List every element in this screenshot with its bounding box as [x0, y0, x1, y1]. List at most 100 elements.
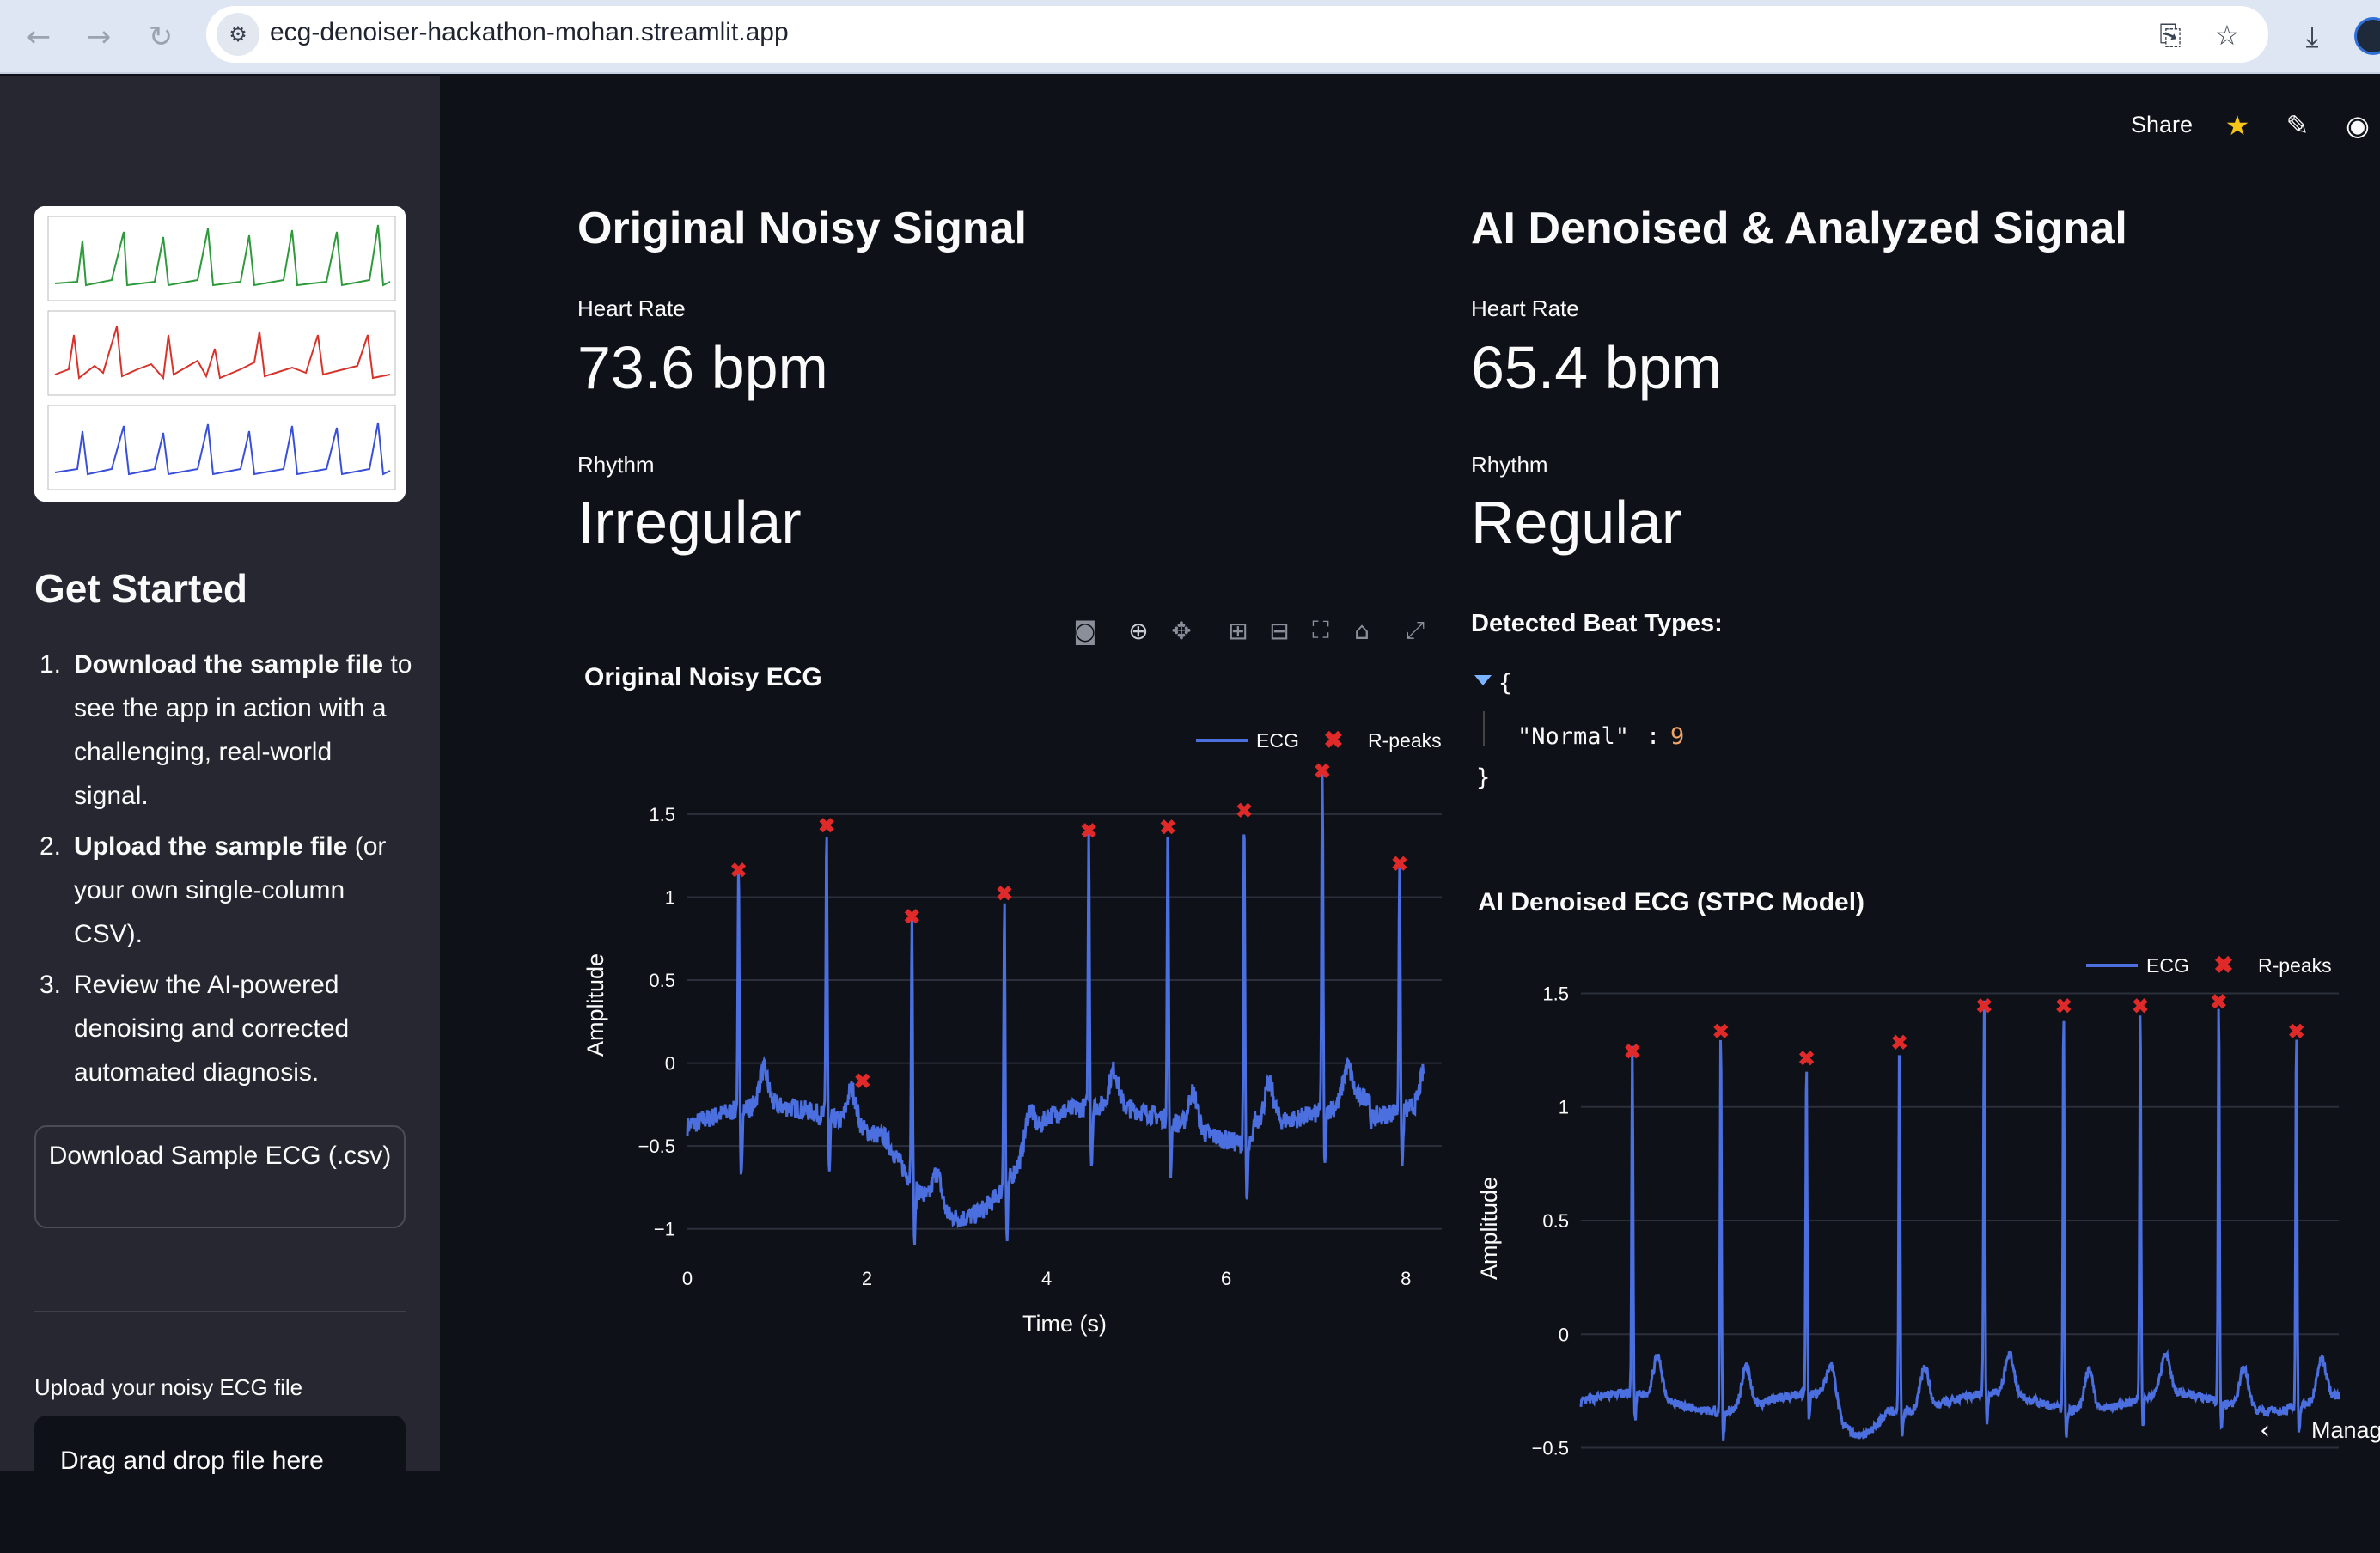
legend-ecg-label: ECG	[1256, 729, 1299, 752]
step-bold: Upload the sample file	[74, 832, 348, 861]
r-peak-marker: ✖	[1975, 996, 1992, 1019]
json-value: 9	[1670, 723, 1685, 750]
zoom-in-icon[interactable]: ⊞	[1223, 615, 1254, 646]
json-colon: :	[1646, 723, 1661, 750]
ai-denoised-ecg-chart[interactable]: −0.5 0 0.5 1 1.5 Amplitude ECG ✖ R-peaks ✖ ✖ ✖ ✖ ✖ ✖ ✖ ✖…	[1471, 936, 2380, 1471]
json-indent-guide	[1483, 711, 1485, 746]
browser-toolbar: ← → ↻ ⚙ ecg-denoiser-hackathon-mohan.str…	[0, 0, 2380, 74]
share-button[interactable]: Share	[2131, 112, 2193, 138]
y-tick-label: 1	[665, 886, 675, 908]
r-peak-marker: ✖	[1797, 1048, 1815, 1071]
star-icon[interactable]: ★	[2220, 108, 2255, 143]
back-icon[interactable]: ←	[17, 15, 60, 58]
r-peak-marker: ✖	[2055, 996, 2072, 1019]
camera-icon[interactable]: ◙	[1070, 615, 1101, 646]
profile-avatar[interactable]	[2354, 17, 2380, 55]
r-peak-marker: ✖	[2288, 1020, 2305, 1044]
heart-rate-value: 65.4 bpm	[1471, 334, 1722, 401]
r-peak-marker: ✖	[818, 815, 835, 838]
steps-list: 1. Download the sample file to see the ap…	[34, 643, 412, 1101]
legend-rpeak-marker: ✖	[2213, 952, 2233, 978]
site-settings-icon[interactable]: ⚙	[217, 13, 259, 56]
rhythm-label: Rhythm	[577, 452, 655, 478]
downloads-icon[interactable]: ⤓	[2291, 15, 2334, 58]
left-chart-title: Original Noisy ECG	[584, 663, 822, 691]
json-close-brace: }	[1476, 764, 1491, 791]
r-peak-marker: ✖	[1624, 1041, 1641, 1064]
x-tick-label: 2	[862, 1268, 872, 1289]
x-axis-label: Time (s)	[1022, 1311, 1107, 1337]
reload-icon[interactable]: ↻	[139, 15, 182, 58]
y-axis-label: Amplitude	[1476, 1177, 1502, 1280]
r-peak-marker: ✖	[2210, 990, 2227, 1014]
y-tick-label: 0	[1559, 1324, 1569, 1345]
x-tick-label: 0	[682, 1268, 693, 1289]
heart-rate-label: Heart Rate	[577, 295, 686, 321]
y-tick-label: −0.5	[1532, 1438, 1569, 1459]
r-peak-marker: ✖	[1712, 1020, 1730, 1044]
json-key: "Normal"	[1517, 723, 1630, 750]
reset-axes-home-icon[interactable]: ⌂	[1346, 615, 1377, 646]
original-noisy-ecg-chart[interactable]: −1 −0.5 0 0.5 1 1.5 0 2 4 6 8 Time (s) Amplitude ECG ✖…	[577, 713, 1454, 1349]
x-tick-label: 4	[1041, 1268, 1052, 1289]
get-started-heading: Get Started	[34, 566, 247, 611]
download-sample-button[interactable]: Download Sample ECG (.csv)	[34, 1125, 406, 1228]
r-peak-marker: ✖	[1391, 853, 1408, 876]
legend-rpeak-label: R-peaks	[1368, 729, 1442, 752]
step-item: 3. Review the AI-powered denoising and co…	[34, 963, 412, 1094]
rhythm-value: Irregular	[577, 489, 802, 556]
file-dropzone[interactable]: Drag and drop file here	[34, 1416, 406, 1553]
beat-types-json: { "Normal" : 9 }	[1471, 670, 1815, 807]
ecg-series-line	[686, 772, 1425, 1245]
r-peak-marker: ✖	[996, 883, 1013, 906]
beat-types-label: Detected Beat Types:	[1471, 610, 1723, 637]
step-item: 1. Download the sample file to see the ap…	[34, 643, 412, 818]
sidebar-divider	[34, 1311, 406, 1312]
y-tick-label: 1.5	[649, 804, 675, 825]
github-icon[interactable]: ◉	[2340, 108, 2375, 143]
fullscreen-icon[interactable]: ⤢	[1400, 615, 1431, 646]
edit-pencil-icon[interactable]: ✎	[2280, 108, 2315, 143]
y-tick-label: 0	[665, 1053, 675, 1075]
right-column-title: AI Denoised & Analyzed Signal	[1471, 204, 2127, 253]
y-tick-label: 0.5	[1542, 1210, 1569, 1232]
r-peak-marker: ✖	[903, 906, 920, 929]
step-number: 2.	[40, 832, 62, 861]
y-tick-label: −1	[654, 1219, 675, 1240]
r-peak-marker: ✖	[1891, 1032, 1908, 1055]
y-tick-label: 0.5	[649, 970, 675, 991]
x-tick-label: 8	[1401, 1268, 1411, 1289]
r-peak-marker: ✖	[1314, 760, 1331, 783]
bookmark-star-icon[interactable]: ☆	[2208, 16, 2246, 54]
url-text[interactable]: ecg-denoiser-hackathon-mohan.streamlit.a…	[270, 18, 789, 47]
install-app-icon[interactable]: ⎘	[2151, 16, 2189, 54]
json-open-brace: {	[1498, 670, 1513, 697]
rhythm-value: Regular	[1471, 489, 1682, 556]
r-peak-marker: ✖	[854, 1070, 871, 1093]
r-peak-marker: ✖	[730, 860, 748, 883]
manage-app-button[interactable]: Manag	[2311, 1417, 2380, 1444]
step-bold: Download the sample file	[74, 650, 384, 679]
chevron-left-icon[interactable]: ‹	[2260, 1416, 2270, 1446]
sidebar: Get Started 1. Download the sample file t…	[0, 76, 440, 1553]
legend-ecg-label: ECG	[2146, 954, 2189, 977]
r-peak-marker: ✖	[1159, 816, 1176, 839]
r-peak-marker: ✖	[1236, 800, 1253, 823]
pan-icon[interactable]: ✥	[1166, 615, 1197, 646]
left-column-title: Original Noisy Signal	[577, 204, 1027, 253]
zoom-out-icon[interactable]: ⊟	[1264, 615, 1295, 646]
json-collapse-caret-icon[interactable]	[1474, 675, 1492, 685]
step-number: 3.	[40, 971, 62, 999]
forward-icon[interactable]: →	[77, 15, 120, 58]
step-text: Review the AI-powered denoising and corr…	[74, 971, 350, 1087]
r-peak-marker: ✖	[1080, 819, 1097, 843]
legend-rpeak-marker: ✖	[1323, 727, 1343, 753]
zoom-icon[interactable]: ⊕	[1123, 615, 1154, 646]
y-tick-label: 1	[1559, 1097, 1569, 1118]
address-bar[interactable]: ⚙ ecg-denoiser-hackathon-mohan.streamlit…	[206, 6, 2268, 63]
heart-rate-label: Heart Rate	[1471, 295, 1579, 321]
r-peak-marker: ✖	[2132, 996, 2149, 1019]
autoscale-icon[interactable]: ⛶	[1305, 615, 1336, 646]
dropzone-text: Drag and drop file here	[60, 1446, 324, 1475]
right-chart-title: AI Denoised ECG (STPC Model)	[1478, 888, 1865, 917]
